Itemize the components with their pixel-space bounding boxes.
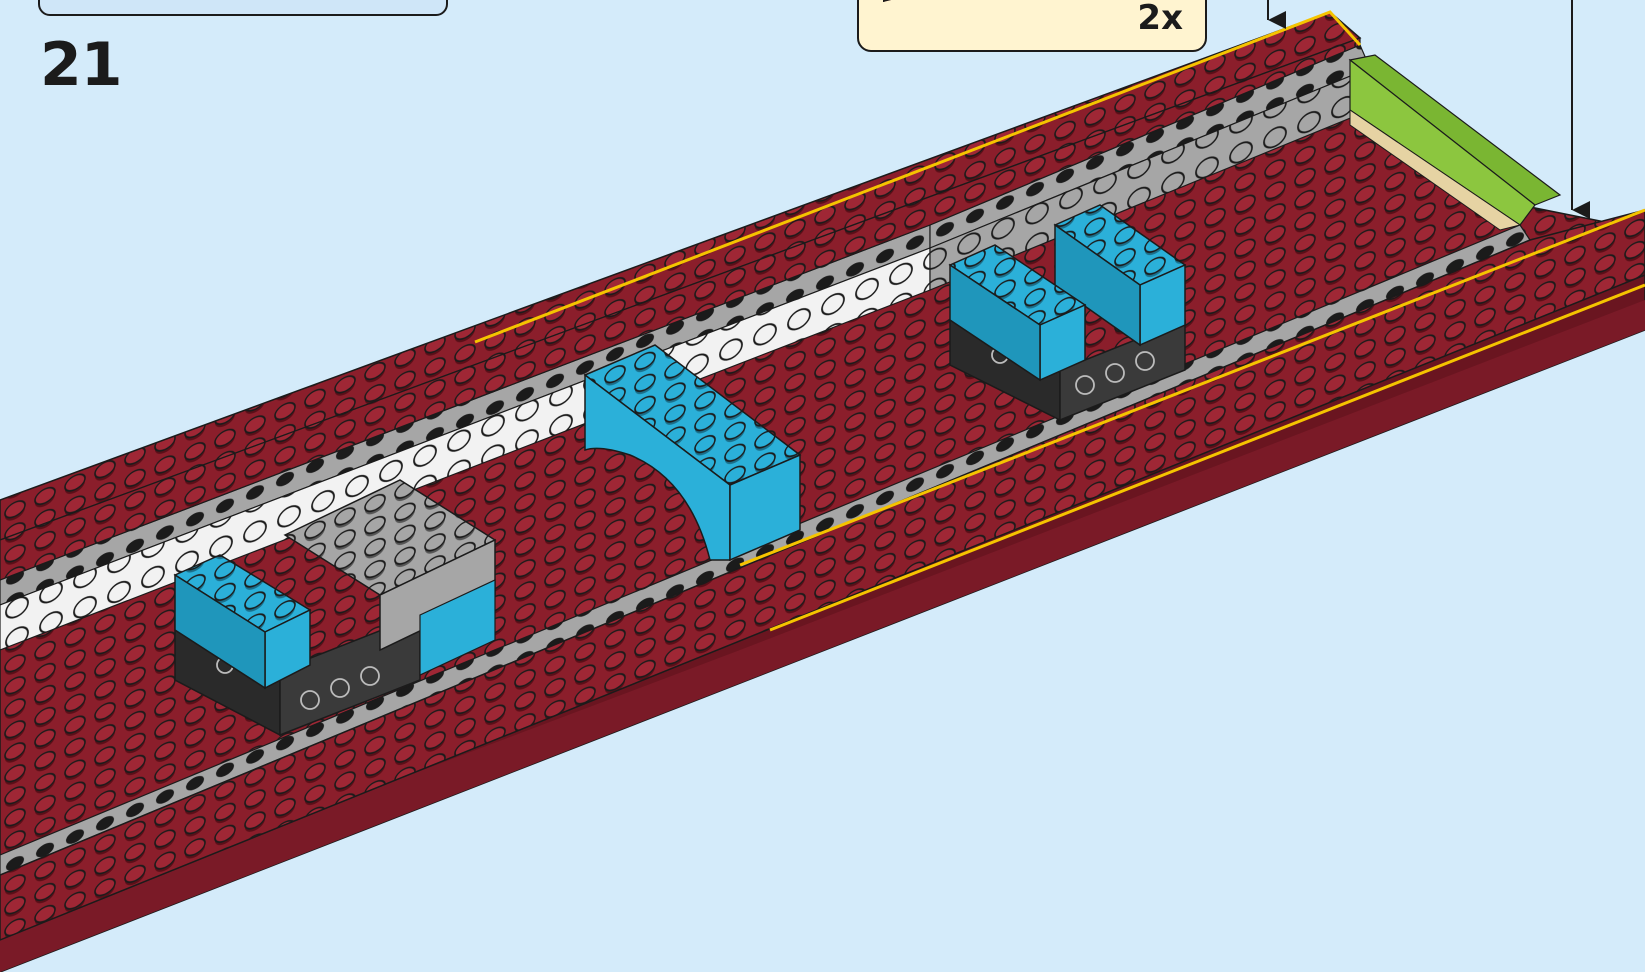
instruction-page: 21 2x bbox=[0, 0, 1645, 972]
lego-model-illustration bbox=[0, 0, 1645, 972]
